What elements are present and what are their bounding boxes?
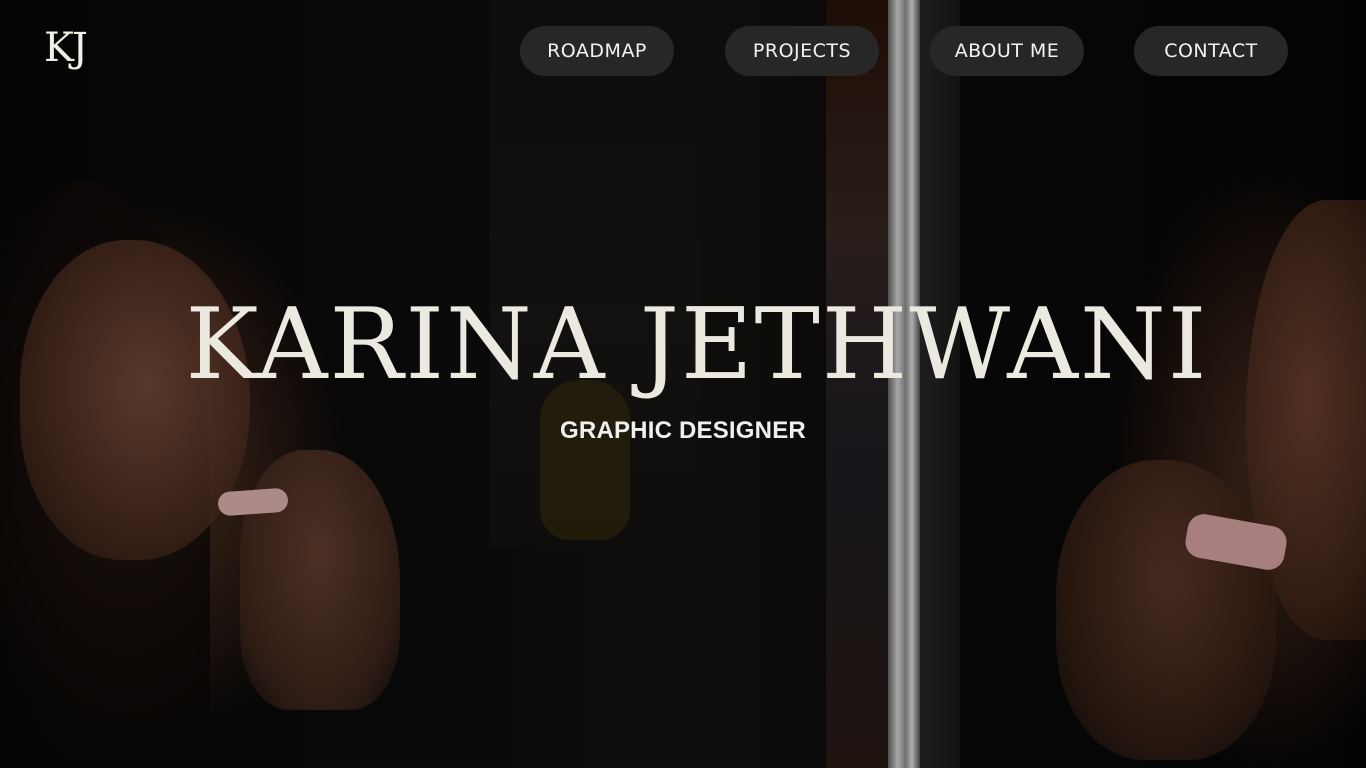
nav-projects-button[interactable]: PROJECTS <box>725 26 879 76</box>
logo[interactable]: KJ <box>44 28 88 68</box>
nav-roadmap-button[interactable]: ROADMAP <box>520 26 674 76</box>
hero-subtitle: GRAPHIC DESIGNER <box>560 417 806 444</box>
hero-section: KJ ROADMAP PROJECTS ABOUT ME CONTACT KAR… <box>0 0 1366 768</box>
hero-title: KARINA JETHWANI <box>185 288 1209 402</box>
nav-about-me-button[interactable]: ABOUT ME <box>930 26 1084 76</box>
nav-contact-button[interactable]: CONTACT <box>1134 26 1288 76</box>
